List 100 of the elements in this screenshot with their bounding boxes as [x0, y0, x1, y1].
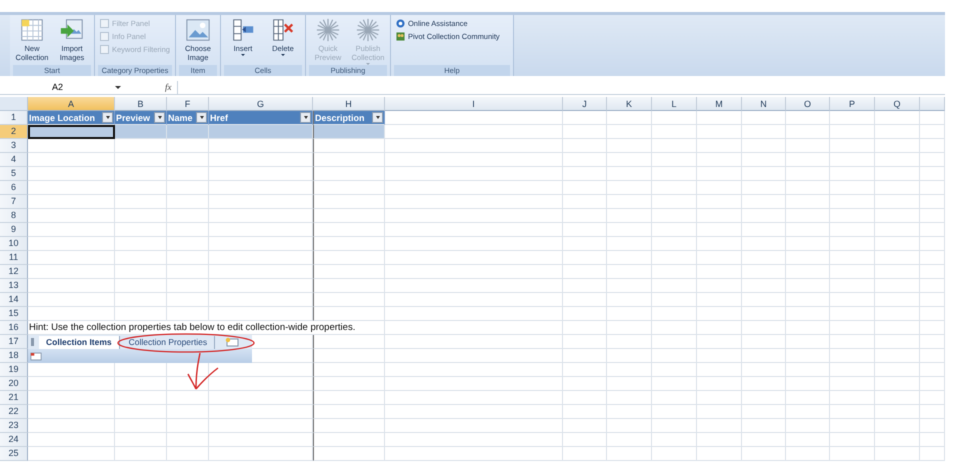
grid-cell[interactable]: [652, 181, 697, 195]
row-number[interactable]: 18: [0, 349, 28, 363]
grid-cell[interactable]: [742, 125, 786, 139]
grid-cell[interactable]: [830, 307, 875, 321]
grid-cell[interactable]: [252, 349, 313, 363]
grid-cell[interactable]: [920, 433, 945, 447]
grid-cell[interactable]: [167, 167, 209, 181]
grid-cell[interactable]: [742, 433, 786, 447]
grid-cell[interactable]: [742, 195, 786, 209]
grid-cell[interactable]: [167, 447, 209, 461]
grid-cell[interactable]: [697, 377, 742, 391]
grid-cell[interactable]: [920, 307, 945, 321]
grid-cell[interactable]: [697, 195, 742, 209]
grid-cell[interactable]: [563, 167, 607, 181]
grid-cell[interactable]: [830, 349, 875, 363]
grid-cell[interactable]: [313, 307, 385, 321]
grid-cell[interactable]: [875, 335, 920, 349]
grid-cell[interactable]: [920, 265, 945, 279]
grid-cell[interactable]: [920, 279, 945, 293]
grid-cell[interactable]: [607, 167, 652, 181]
grid-cell[interactable]: [875, 349, 920, 363]
grid-cell[interactable]: [385, 307, 563, 321]
grid-cell[interactable]: [313, 181, 385, 195]
grid-cell[interactable]: [875, 363, 920, 377]
grid-cell[interactable]: [28, 433, 115, 447]
row-number[interactable]: 5: [0, 167, 28, 181]
grid-cell[interactable]: [563, 377, 607, 391]
column-header[interactable]: F: [167, 97, 209, 111]
grid-cell[interactable]: [607, 195, 652, 209]
grid-cell[interactable]: [563, 139, 607, 153]
grid-cell[interactable]: [607, 363, 652, 377]
table-cell[interactable]: [313, 125, 385, 139]
grid-cell[interactable]: [115, 223, 167, 237]
grid-cell[interactable]: [563, 125, 607, 139]
grid-cell[interactable]: [385, 209, 563, 223]
grid-cell[interactable]: [875, 265, 920, 279]
grid-cell[interactable]: [786, 111, 830, 125]
grid-cell[interactable]: [786, 237, 830, 251]
filter-button[interactable]: [372, 112, 383, 123]
grid-cell[interactable]: [313, 167, 385, 181]
grid-cell[interactable]: [742, 181, 786, 195]
grid-cell[interactable]: [607, 293, 652, 307]
grid-cell[interactable]: [385, 405, 563, 419]
grid-cell[interactable]: [697, 307, 742, 321]
grid-cell[interactable]: [115, 195, 167, 209]
grid-cell[interactable]: [652, 447, 697, 461]
grid-cell[interactable]: [167, 419, 209, 433]
select-all-button[interactable]: [0, 97, 28, 111]
grid-cell[interactable]: [167, 237, 209, 251]
grid-cell[interactable]: [742, 251, 786, 265]
grid-cell[interactable]: [607, 419, 652, 433]
grid-cell[interactable]: [786, 223, 830, 237]
grid-cell[interactable]: [563, 181, 607, 195]
grid-cell[interactable]: [742, 153, 786, 167]
grid-cell[interactable]: [830, 167, 875, 181]
grid-cell[interactable]: [830, 363, 875, 377]
column-header[interactable]: M: [697, 97, 742, 111]
grid-cell[interactable]: [742, 237, 786, 251]
grid-cell[interactable]: [697, 167, 742, 181]
grid-cell[interactable]: [786, 349, 830, 363]
column-header[interactable]: O: [786, 97, 830, 111]
table-cell[interactable]: [209, 125, 313, 139]
grid-cell[interactable]: [28, 181, 115, 195]
grid-cell[interactable]: [786, 391, 830, 405]
grid-cell[interactable]: [652, 265, 697, 279]
grid-cell[interactable]: [209, 405, 313, 419]
grid-cell[interactable]: [115, 209, 167, 223]
grid-cell[interactable]: [167, 209, 209, 223]
grid-cell[interactable]: [742, 349, 786, 363]
grid-cell[interactable]: [652, 293, 697, 307]
grid-cell[interactable]: [697, 265, 742, 279]
grid-cell[interactable]: [252, 335, 313, 349]
grid-cell[interactable]: [385, 279, 563, 293]
grid-cell[interactable]: [563, 349, 607, 363]
row-number[interactable]: 12: [0, 265, 28, 279]
grid-cell[interactable]: [786, 363, 830, 377]
grid-cell[interactable]: [313, 223, 385, 237]
grid-cell[interactable]: [652, 335, 697, 349]
grid-cell[interactable]: [385, 447, 563, 461]
grid-cell[interactable]: [115, 447, 167, 461]
grid-cell[interactable]: [875, 391, 920, 405]
grid-cell[interactable]: [920, 419, 945, 433]
grid-cell[interactable]: [920, 237, 945, 251]
grid-cell[interactable]: [786, 377, 830, 391]
grid-cell[interactable]: [830, 433, 875, 447]
grid-cell[interactable]: [607, 433, 652, 447]
grid-cell[interactable]: [115, 391, 167, 405]
grid-cell[interactable]: [167, 391, 209, 405]
grid-cell[interactable]: [28, 139, 115, 153]
grid-cell[interactable]: [920, 153, 945, 167]
grid-cell[interactable]: [28, 167, 115, 181]
grid-cell[interactable]: [830, 251, 875, 265]
grid-cell[interactable]: [830, 335, 875, 349]
grid-cell[interactable]: [385, 195, 563, 209]
grid-cell[interactable]: [697, 223, 742, 237]
grid-cell[interactable]: [920, 209, 945, 223]
grid-cell[interactable]: [167, 307, 209, 321]
grid-cell[interactable]: [607, 139, 652, 153]
grid-cell[interactable]: [167, 279, 209, 293]
grid-cell[interactable]: [875, 111, 920, 125]
